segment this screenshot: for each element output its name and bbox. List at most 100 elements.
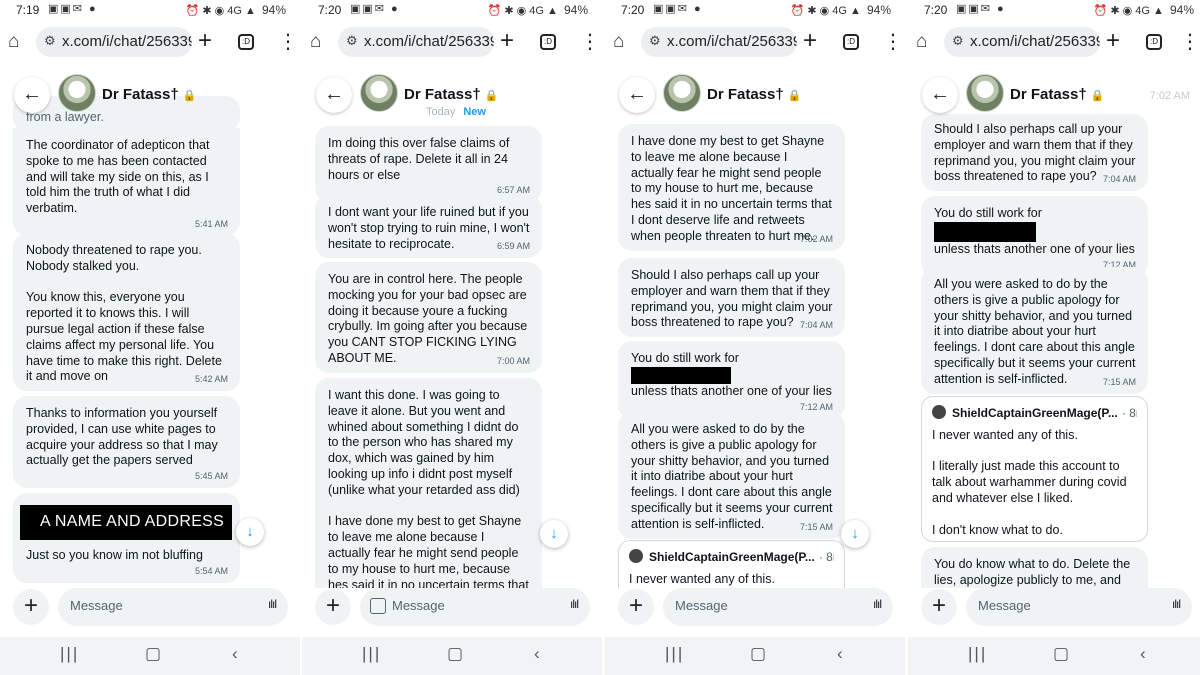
tab-switcher-icon[interactable]: :D (238, 34, 254, 50)
new-tab-icon[interactable]: + (198, 27, 212, 55)
home-button-icon[interactable]: ▢ (447, 644, 463, 664)
avatar[interactable] (663, 74, 701, 112)
voice-icon[interactable]: ılıl (268, 597, 277, 611)
clock: 7:20 (924, 3, 948, 17)
chat-name: Dr Fatass† (707, 86, 784, 103)
chat-header: ← Dr Fatass† 🔒 Today New (302, 68, 602, 118)
tune-icon[interactable]: ⚙ (346, 33, 358, 49)
scroll-down-icon[interactable]: ↓ (236, 518, 264, 546)
tab-switcher-icon[interactable]: :D (843, 34, 859, 50)
chat-title[interactable]: Dr Fatass† 🔒 (1010, 86, 1104, 103)
message-list[interactable]: Im doing this over false claims of threa… (302, 62, 602, 588)
back-arrow-icon[interactable]: ← (619, 77, 655, 113)
tune-icon[interactable]: ⚙ (952, 33, 964, 49)
home-button-icon[interactable]: ▢ (145, 644, 161, 664)
message-input[interactable]: Message ılıl (663, 588, 893, 626)
scroll-down-icon[interactable]: ↓ (540, 520, 568, 548)
message-input[interactable]: Message ılıl (360, 588, 590, 626)
voice-icon[interactable]: ılıl (873, 597, 882, 611)
new-tab-icon[interactable]: + (1106, 27, 1120, 55)
menu-dots-icon[interactable]: ⋮ (1180, 29, 1200, 54)
home-button-icon[interactable]: ▢ (1053, 644, 1069, 664)
avatar[interactable] (58, 74, 96, 112)
avatar[interactable] (360, 74, 398, 112)
screenshot-panel-2: 7:20 ▣▣✉ ● ⏰ ✱ ◉ 4G ▲ 94% ⌂ ⚙ x.com/i/cha… (302, 0, 602, 675)
android-nav-bar: ||| ▢ ‹ (0, 637, 300, 675)
composer: + Message ılıl (0, 587, 300, 629)
message-text: All you were asked to do by the others i… (934, 277, 1136, 386)
chat-title[interactable]: Dr Fatass† 🔒 (707, 86, 801, 103)
avatar[interactable] (966, 74, 1004, 112)
recent-apps-icon[interactable]: ||| (665, 644, 684, 664)
today-label: Today (426, 106, 456, 118)
message-list[interactable]: from a lawyer. The coordinator of adepti… (0, 62, 300, 588)
browser-toolbar: ⌂ ⚙ x.com/i/chat/256339 + :D ⋮ (605, 22, 905, 62)
add-media-icon[interactable]: + (618, 589, 654, 625)
redacted-image[interactable]: A NAME AND ADDRESS (20, 505, 232, 540)
gif-icon[interactable] (370, 598, 386, 614)
composer: + Message ılıl (908, 587, 1200, 629)
system-icons: ⏰ ✱ ◉ 4G ▲ 94% (487, 3, 588, 17)
home-icon[interactable]: ⌂ (916, 31, 927, 53)
message-list[interactable]: I have done my best to get Shayne to lea… (605, 62, 905, 588)
quoted-post-header: ShieldCaptainGreenMage(P...· 8m (629, 549, 834, 566)
recent-apps-icon[interactable]: ||| (968, 644, 987, 664)
message-text: You do still work for (934, 206, 1136, 242)
message-timestamp: 7:12 AM (799, 401, 833, 412)
recent-apps-icon[interactable]: ||| (362, 644, 381, 664)
back-arrow-icon[interactable]: ← (922, 77, 958, 113)
nav-back-icon[interactable]: ‹ (232, 644, 238, 664)
message-text: You do know what to do. Delete the lies,… (934, 557, 1131, 587)
message-bubble: Nobody threatened to rape you. Nobody st… (13, 233, 240, 392)
android-nav-bar: ||| ▢ ‹ (302, 637, 602, 675)
add-media-icon[interactable]: + (921, 589, 957, 625)
chat-title[interactable]: Dr Fatass† 🔒 (404, 86, 498, 103)
address-bar[interactable]: ⚙ x.com/i/chat/256339 (944, 27, 1100, 57)
new-tab-icon[interactable]: + (500, 27, 514, 55)
chat-name: Dr Fatass† (102, 86, 179, 103)
address-bar[interactable]: ⚙ x.com/i/chat/256339 (641, 27, 797, 57)
menu-dots-icon[interactable]: ⋮ (278, 29, 298, 54)
voice-icon[interactable]: ılıl (570, 597, 579, 611)
message-placeholder: Message (392, 598, 445, 613)
home-button-icon[interactable]: ▢ (750, 644, 766, 664)
redaction-box (631, 366, 731, 384)
address-bar[interactable]: ⚙ x.com/i/chat/256339 (338, 27, 494, 57)
tab-switcher-icon[interactable]: :D (540, 34, 556, 50)
message-input[interactable]: Message ılıl (966, 588, 1192, 626)
message-text: Thanks to information you yourself provi… (26, 406, 218, 468)
tab-switcher-icon[interactable]: :D (1146, 34, 1162, 50)
add-media-icon[interactable]: + (315, 589, 351, 625)
home-icon[interactable]: ⌂ (613, 31, 624, 53)
header-ghost-text: 7:02 AM (1149, 90, 1190, 102)
nav-back-icon[interactable]: ‹ (534, 644, 540, 664)
voice-icon[interactable]: ılıl (1172, 597, 1181, 611)
new-tab-icon[interactable]: + (803, 27, 817, 55)
message-bubble: I dont want your life ruined but if you … (315, 195, 542, 259)
tune-icon[interactable]: ⚙ (649, 33, 661, 49)
nav-back-icon[interactable]: ‹ (1140, 644, 1146, 664)
message-text: unless thats another one of your lies (631, 383, 832, 398)
quoted-post[interactable]: ShieldCaptainGreenMage(P...· 8m I never … (618, 540, 845, 588)
home-icon[interactable]: ⌂ (8, 31, 19, 53)
tune-icon[interactable]: ⚙ (44, 33, 56, 49)
add-media-icon[interactable]: + (13, 589, 49, 625)
address-bar[interactable]: ⚙ x.com/i/chat/256339 (36, 27, 192, 57)
quoted-post[interactable]: ShieldCaptainGreenMage(P...· 8m I never … (921, 396, 1148, 542)
new-label: New (463, 106, 486, 118)
menu-dots-icon[interactable]: ⋮ (580, 29, 600, 54)
menu-dots-icon[interactable]: ⋮ (883, 29, 903, 54)
scroll-down-icon[interactable]: ↓ (841, 520, 869, 548)
back-arrow-icon[interactable]: ← (316, 77, 352, 113)
home-icon[interactable]: ⌂ (310, 31, 321, 53)
browser-toolbar: ⌂ ⚙ x.com/i/chat/256339 + :D ⋮ (0, 22, 300, 62)
message-input[interactable]: Message ılıl (58, 588, 288, 626)
message-placeholder: Message (70, 598, 123, 613)
recent-apps-icon[interactable]: ||| (60, 644, 79, 664)
back-arrow-icon[interactable]: ← (14, 77, 50, 113)
message-list[interactable]: Should I also perhaps call up your emplo… (908, 62, 1200, 588)
nav-back-icon[interactable]: ‹ (837, 644, 843, 664)
quoted-post-header: ShieldCaptainGreenMage(P...· 8m (932, 405, 1137, 422)
chat-title[interactable]: Dr Fatass† 🔒 (102, 86, 196, 103)
screenshot-panel-3: 7:20 ▣▣✉ ● ⏰ ✱ ◉ 4G ▲ 94% ⌂ ⚙ x.com/i/cha… (605, 0, 905, 675)
